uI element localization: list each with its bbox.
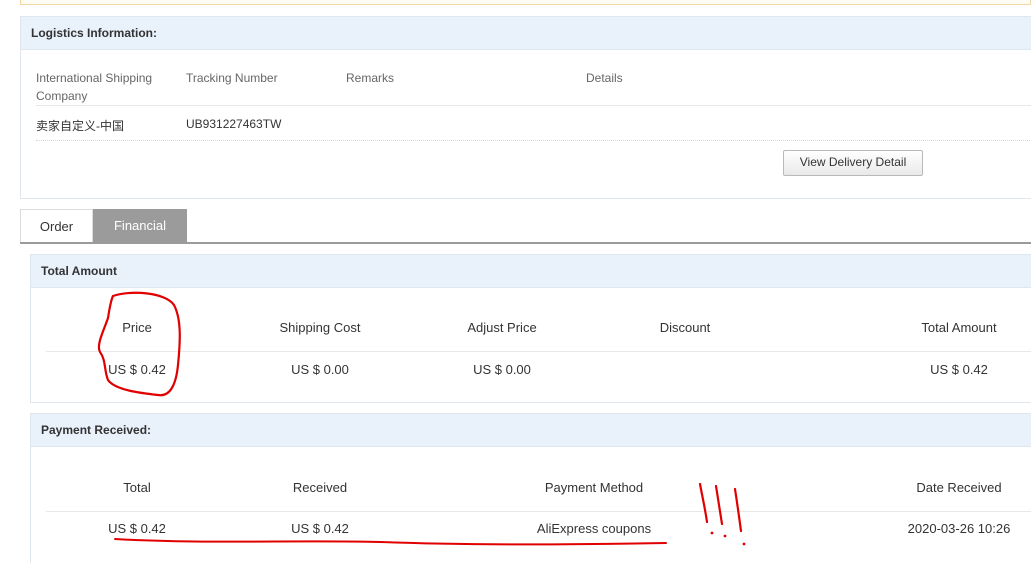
logistics-row-divider	[36, 140, 1031, 141]
payment-received-panel: Payment Received: Total Received Payment…	[30, 413, 1031, 563]
price-value: US $ 0.42	[108, 362, 166, 377]
total-amount-value: US $ 0.42	[930, 362, 988, 377]
header-discount: Discount	[659, 320, 711, 335]
payment-header-divider	[46, 511, 1031, 512]
shipping-cost-value: US $ 0.00	[291, 362, 349, 377]
date-received-value: 2020-03-26 10:26	[907, 521, 1011, 536]
total-amount-title: Total Amount	[31, 255, 1031, 288]
payment-received-title: Payment Received:	[31, 414, 1031, 447]
header-payment-method: Payment Method	[544, 480, 644, 495]
view-delivery-detail-button[interactable]: View Delivery Detail	[783, 150, 923, 176]
header-total-amount: Total Amount	[921, 320, 997, 335]
header-adjust-price: Adjust Price	[467, 320, 537, 335]
payment-received-value: US $ 0.42	[291, 521, 349, 536]
header-tracking-number: Tracking Number	[186, 71, 278, 85]
logistics-header-divider	[36, 105, 1031, 106]
header-received: Received	[292, 480, 348, 495]
tracking-number-value: UB931227463TW	[186, 117, 282, 131]
adjust-price-value: US $ 0.00	[473, 362, 531, 377]
amount-header-divider	[46, 351, 1031, 352]
header-shipping-cost: Shipping Cost	[279, 320, 361, 335]
tab-order[interactable]: Order	[20, 209, 93, 242]
payment-method-value: AliExpress coupons	[536, 521, 652, 536]
shipping-company-value: 卖家自定义-中国	[36, 119, 124, 133]
header-details: Details	[586, 71, 623, 85]
payment-total-value: US $ 0.42	[108, 521, 166, 536]
tabs-underline	[20, 242, 1031, 244]
total-amount-panel: Total Amount Price Shipping Cost Adjust …	[30, 254, 1031, 403]
top-notice-strip	[20, 0, 1031, 5]
header-remarks: Remarks	[346, 71, 395, 85]
tab-financial[interactable]: Financial	[93, 209, 187, 242]
header-shipping-company: International Shipping Company	[36, 71, 153, 103]
header-date-received: Date Received	[916, 480, 1002, 495]
logistics-title: Logistics Information:	[21, 17, 1031, 50]
header-price: Price	[122, 320, 152, 335]
logistics-panel: Logistics Information: International Shi…	[20, 16, 1031, 199]
header-total: Total	[123, 480, 151, 495]
